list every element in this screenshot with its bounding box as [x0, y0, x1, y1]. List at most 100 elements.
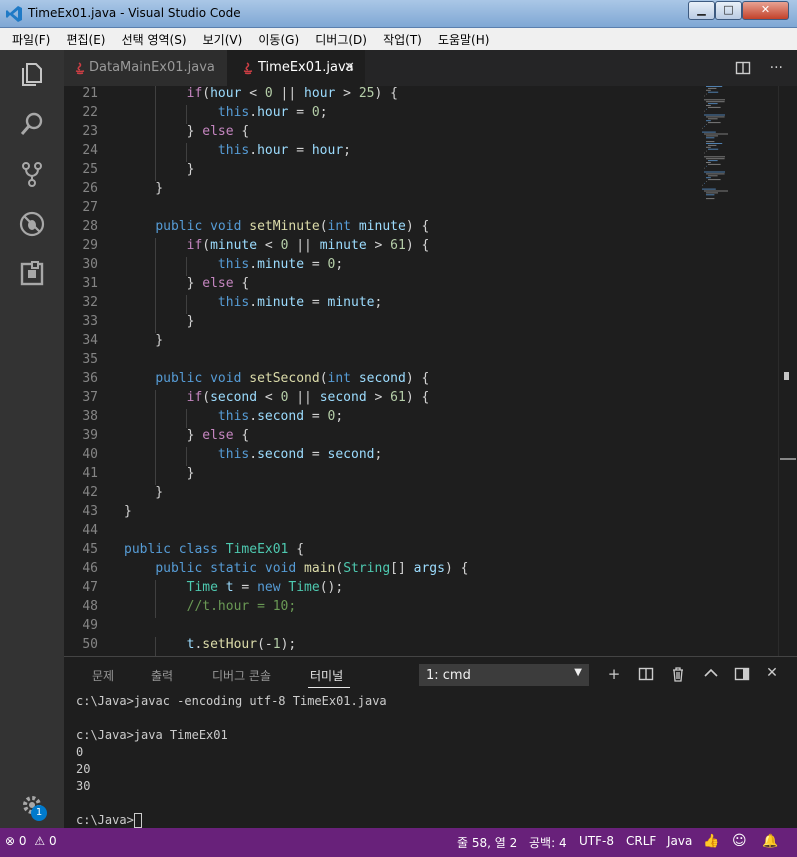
extensions-icon[interactable]: [18, 260, 46, 288]
terminal-select-value: 1: cmd: [426, 668, 471, 683]
indent-guide: [155, 295, 157, 314]
encoding[interactable]: UTF-8: [579, 834, 614, 848]
tab-debug-console[interactable]: 디버그 콘솔: [212, 667, 271, 684]
code-line[interactable]: this.minute = minute;: [124, 295, 382, 310]
settings-update-badge: 1: [31, 805, 47, 821]
minimap-line: [706, 135, 718, 137]
code-line[interactable]: if(second < 0 || second > 61) {: [124, 390, 430, 405]
indent-guide: [155, 580, 157, 599]
code-line[interactable]: }: [124, 333, 163, 348]
warning-count: 0: [48, 834, 57, 848]
tab-timeex01[interactable]: TimeEx01.java ✕: [227, 50, 365, 86]
maximize-panel-icon[interactable]: [701, 668, 721, 678]
code-line[interactable]: } else {: [124, 428, 250, 443]
maximize-button[interactable]: □: [715, 1, 742, 20]
code-line[interactable]: }: [124, 314, 195, 329]
terminal-line: c:\Java>javac -encoding utf-8 TimeEx01.j…: [76, 694, 387, 708]
minimap-line: [708, 118, 718, 120]
language-mode[interactable]: Java: [667, 834, 692, 848]
code-editor[interactable]: 21 22 23 24 25 26 27 28 29 30 31 32 33 34 35 36 37 38 39 40…: [64, 86, 797, 656]
code-line[interactable]: public void setSecond(int second) {: [124, 371, 429, 386]
debug-icon[interactable]: [18, 210, 46, 238]
tab-datamainex01[interactable]: DataMainEx01.java: [64, 50, 227, 86]
indent-guide: [186, 143, 188, 162]
indent-guide: [155, 86, 157, 105]
editor-actions: ···: [735, 50, 783, 86]
minimap-line: [708, 163, 721, 165]
code-line[interactable]: } else {: [124, 124, 250, 139]
code-line[interactable]: this.minute = 0;: [124, 257, 343, 272]
panel-layout-icon[interactable]: [732, 667, 752, 681]
more-actions-icon[interactable]: ···: [770, 60, 783, 76]
tab-close-icon[interactable]: ✕: [344, 50, 355, 86]
menu-debug[interactable]: 디버그(D): [315, 28, 367, 48]
line-number: 38: [82, 409, 98, 424]
minimap-line: [704, 95, 705, 97]
code-line[interactable]: } else {: [124, 276, 250, 291]
close-button[interactable]: ✕: [742, 1, 789, 20]
minimize-button[interactable]: ▁: [688, 1, 715, 20]
thumbs-up-icon[interactable]: 👍: [703, 834, 719, 849]
line-ending[interactable]: CRLF: [626, 834, 656, 848]
indent-guide: [186, 409, 188, 428]
menu-tasks[interactable]: 작업(T): [383, 28, 422, 48]
indent-guide: [155, 143, 157, 162]
menu-help[interactable]: 도움말(H): [438, 28, 490, 48]
split-editor-icon[interactable]: [735, 60, 751, 76]
split-terminal-icon[interactable]: [636, 667, 656, 681]
scrollbar-cursor-marker: [780, 458, 796, 460]
search-icon[interactable]: [18, 110, 46, 138]
code-line[interactable]: }: [124, 485, 163, 500]
code-line[interactable]: public static void main(String[] args) {: [124, 561, 468, 576]
code-line[interactable]: this.second = second;: [124, 447, 382, 462]
menu-selection[interactable]: 선택 영역(S): [122, 28, 187, 48]
code-line[interactable]: }: [124, 466, 195, 481]
terminal-select[interactable]: 1: cmd ▼: [419, 664, 589, 686]
code-line[interactable]: this.hour = hour;: [124, 143, 351, 158]
code-line[interactable]: }: [124, 181, 163, 196]
explorer-icon[interactable]: [18, 60, 46, 88]
close-panel-icon[interactable]: ✕: [762, 665, 782, 681]
line-number: 33: [82, 314, 98, 329]
line-number: 39: [82, 428, 98, 443]
trash-icon[interactable]: [668, 666, 688, 682]
minimap-line: [708, 179, 721, 181]
editor-tabs: DataMainEx01.java TimeEx01.java ✕ ···: [64, 50, 797, 86]
code-line[interactable]: //t.hour = 10;: [124, 599, 297, 614]
cursor-position[interactable]: 줄 58, 열 2: [457, 834, 517, 851]
problems-summary[interactable]: ⊗ 0 ⚠ 0: [5, 834, 57, 848]
new-terminal-icon[interactable]: +: [604, 665, 624, 683]
minimap-line: [706, 120, 711, 122]
code-line[interactable]: if(minute < 0 || minute > 61) {: [124, 238, 430, 253]
menu-go[interactable]: 이동(G): [258, 28, 299, 48]
code-line[interactable]: t.setHour(-1);: [124, 637, 297, 652]
code-line[interactable]: this.second = 0;: [124, 409, 343, 424]
code-line[interactable]: public class TimeEx01 {: [124, 542, 304, 557]
indentation[interactable]: 공백: 4: [529, 834, 567, 851]
tab-output[interactable]: 출력: [151, 667, 173, 684]
editor-scrollbar[interactable]: [778, 86, 797, 656]
feedback-smiley-icon[interactable]: ☺: [732, 833, 747, 849]
menu-view[interactable]: 보기(V): [203, 28, 243, 48]
notifications-bell-icon[interactable]: 🔔: [762, 834, 778, 849]
minimap-line: [708, 103, 718, 105]
line-number: 22: [82, 105, 98, 120]
code-line[interactable]: }: [124, 162, 195, 177]
menu-file[interactable]: 파일(F): [12, 28, 50, 48]
tab-terminal[interactable]: 터미널: [310, 667, 343, 684]
menu-edit[interactable]: 편집(E): [66, 28, 105, 48]
code-line[interactable]: public void setMinute(int minute) {: [124, 219, 429, 234]
indent-guide: [155, 409, 157, 428]
terminal-output[interactable]: c:\Java>javac -encoding utf-8 TimeEx01.j…: [76, 693, 776, 829]
terminal-line: c:\Java>: [76, 812, 776, 829]
warning-icon: ⚠: [34, 834, 46, 848]
minimap[interactable]: [702, 86, 762, 206]
minimap-line: [706, 143, 723, 144]
code-line[interactable]: Time t = new Time();: [124, 580, 344, 595]
minimap-line: [704, 152, 705, 154]
tab-problems[interactable]: 문제: [92, 667, 114, 684]
code-line[interactable]: }: [124, 504, 132, 519]
source-control-icon[interactable]: [18, 160, 46, 188]
code-line[interactable]: if(hour < 0 || hour > 25) {: [124, 86, 398, 101]
